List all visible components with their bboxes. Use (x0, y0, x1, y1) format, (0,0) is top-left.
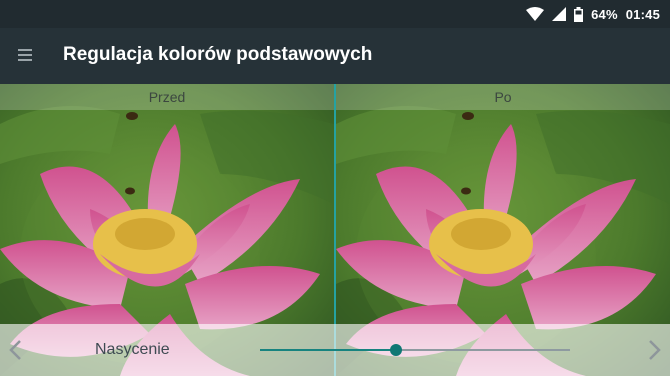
after-label: Po (494, 89, 512, 105)
status-bar: 64% 01:45 (0, 0, 670, 28)
chevron-right-icon[interactable] (644, 338, 664, 362)
adjustment-controls: Nasycenie (0, 324, 670, 376)
setting-label: Nasycenie (95, 341, 170, 358)
chevron-left-icon[interactable] (6, 338, 26, 362)
page-title: Regulacja kolorów podstawowych (63, 44, 373, 65)
signal-icon (552, 7, 567, 21)
saturation-slider[interactable] (260, 342, 570, 358)
wifi-icon (526, 7, 545, 21)
app-toolbar: Regulacja kolorów podstawowych (0, 28, 670, 84)
battery-icon (574, 6, 584, 22)
slider-thumb[interactable] (390, 344, 403, 356)
battery-percent: 64% (591, 6, 618, 22)
before-label-bar: Przed (0, 84, 334, 110)
menu-icon[interactable] (18, 47, 32, 63)
before-label: Przed (148, 89, 186, 105)
slider-fill (260, 349, 397, 351)
clock: 01:45 (625, 6, 660, 22)
after-label-bar: Po (336, 84, 670, 110)
status-icons: 64% 01:45 (526, 0, 660, 28)
